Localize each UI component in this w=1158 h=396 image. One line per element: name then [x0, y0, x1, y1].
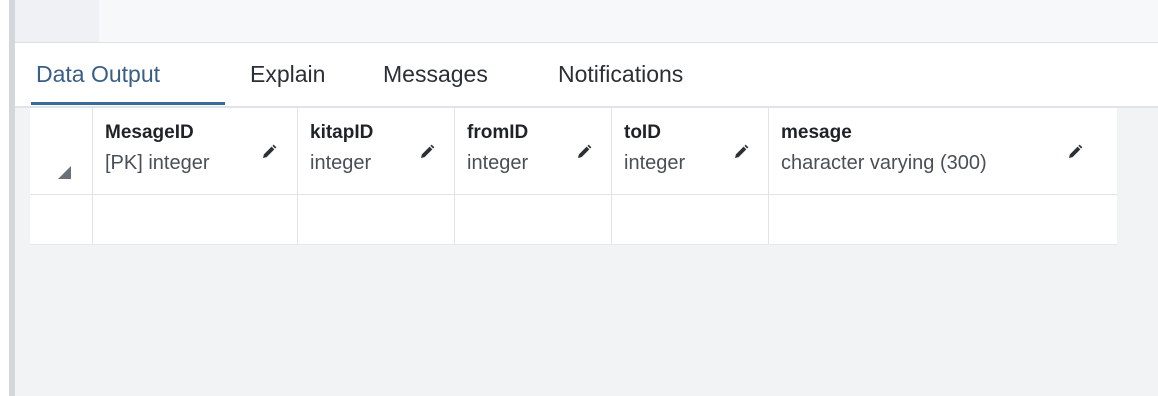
row-divider — [30, 244, 1117, 245]
table-cell[interactable] — [92, 195, 297, 245]
column-name: MesageID — [105, 122, 194, 143]
column-header-mesageid[interactable]: MesageID [PK] integer — [92, 108, 297, 194]
results-tabbar: Data Output Explain Messages Notificatio… — [15, 43, 1158, 106]
column-header-fromid[interactable]: fromID integer — [454, 108, 611, 194]
row-number-cell[interactable] — [30, 195, 92, 245]
column-name: fromID — [467, 122, 529, 143]
table-cell[interactable] — [768, 195, 1117, 245]
column-name: kitapID — [310, 122, 374, 143]
tab-data-output[interactable]: Data Output — [36, 61, 160, 88]
column-type: integer — [310, 152, 372, 174]
tab-messages[interactable]: Messages — [383, 61, 488, 88]
pencil-icon[interactable] — [260, 143, 278, 161]
column-name: toID — [624, 122, 661, 143]
column-header-kitapid[interactable]: kitapID integer — [297, 108, 454, 194]
data-grid: MesageID [PK] integer kitapID integer fr… — [30, 108, 1117, 245]
table-cell[interactable] — [611, 195, 768, 245]
column-header-mesage[interactable]: mesage character varying (300) — [768, 108, 1117, 194]
toolbar-left-area — [15, 0, 99, 42]
table-cell[interactable] — [297, 195, 454, 245]
pencil-icon[interactable] — [418, 143, 436, 161]
tab-explain[interactable]: Explain — [250, 61, 325, 88]
column-header-toid[interactable]: toID integer — [611, 108, 768, 194]
column-type: [PK] integer — [105, 152, 210, 174]
pencil-icon[interactable] — [732, 143, 750, 161]
column-type: integer — [467, 152, 529, 174]
pencil-icon[interactable] — [575, 143, 593, 161]
table-cell[interactable] — [454, 195, 611, 245]
tab-notifications[interactable]: Notifications — [558, 61, 683, 88]
select-all-triangle-icon — [58, 166, 71, 179]
active-tab-indicator — [31, 102, 225, 105]
toolbar-strip — [15, 0, 1158, 42]
column-type: character varying (300) — [781, 152, 987, 174]
column-name: mesage — [781, 122, 852, 143]
select-all-corner[interactable] — [30, 108, 92, 194]
column-type: integer — [624, 152, 686, 174]
pencil-icon[interactable] — [1066, 143, 1084, 161]
query-results-panel: Data Output Explain Messages Notificatio… — [15, 0, 1158, 396]
